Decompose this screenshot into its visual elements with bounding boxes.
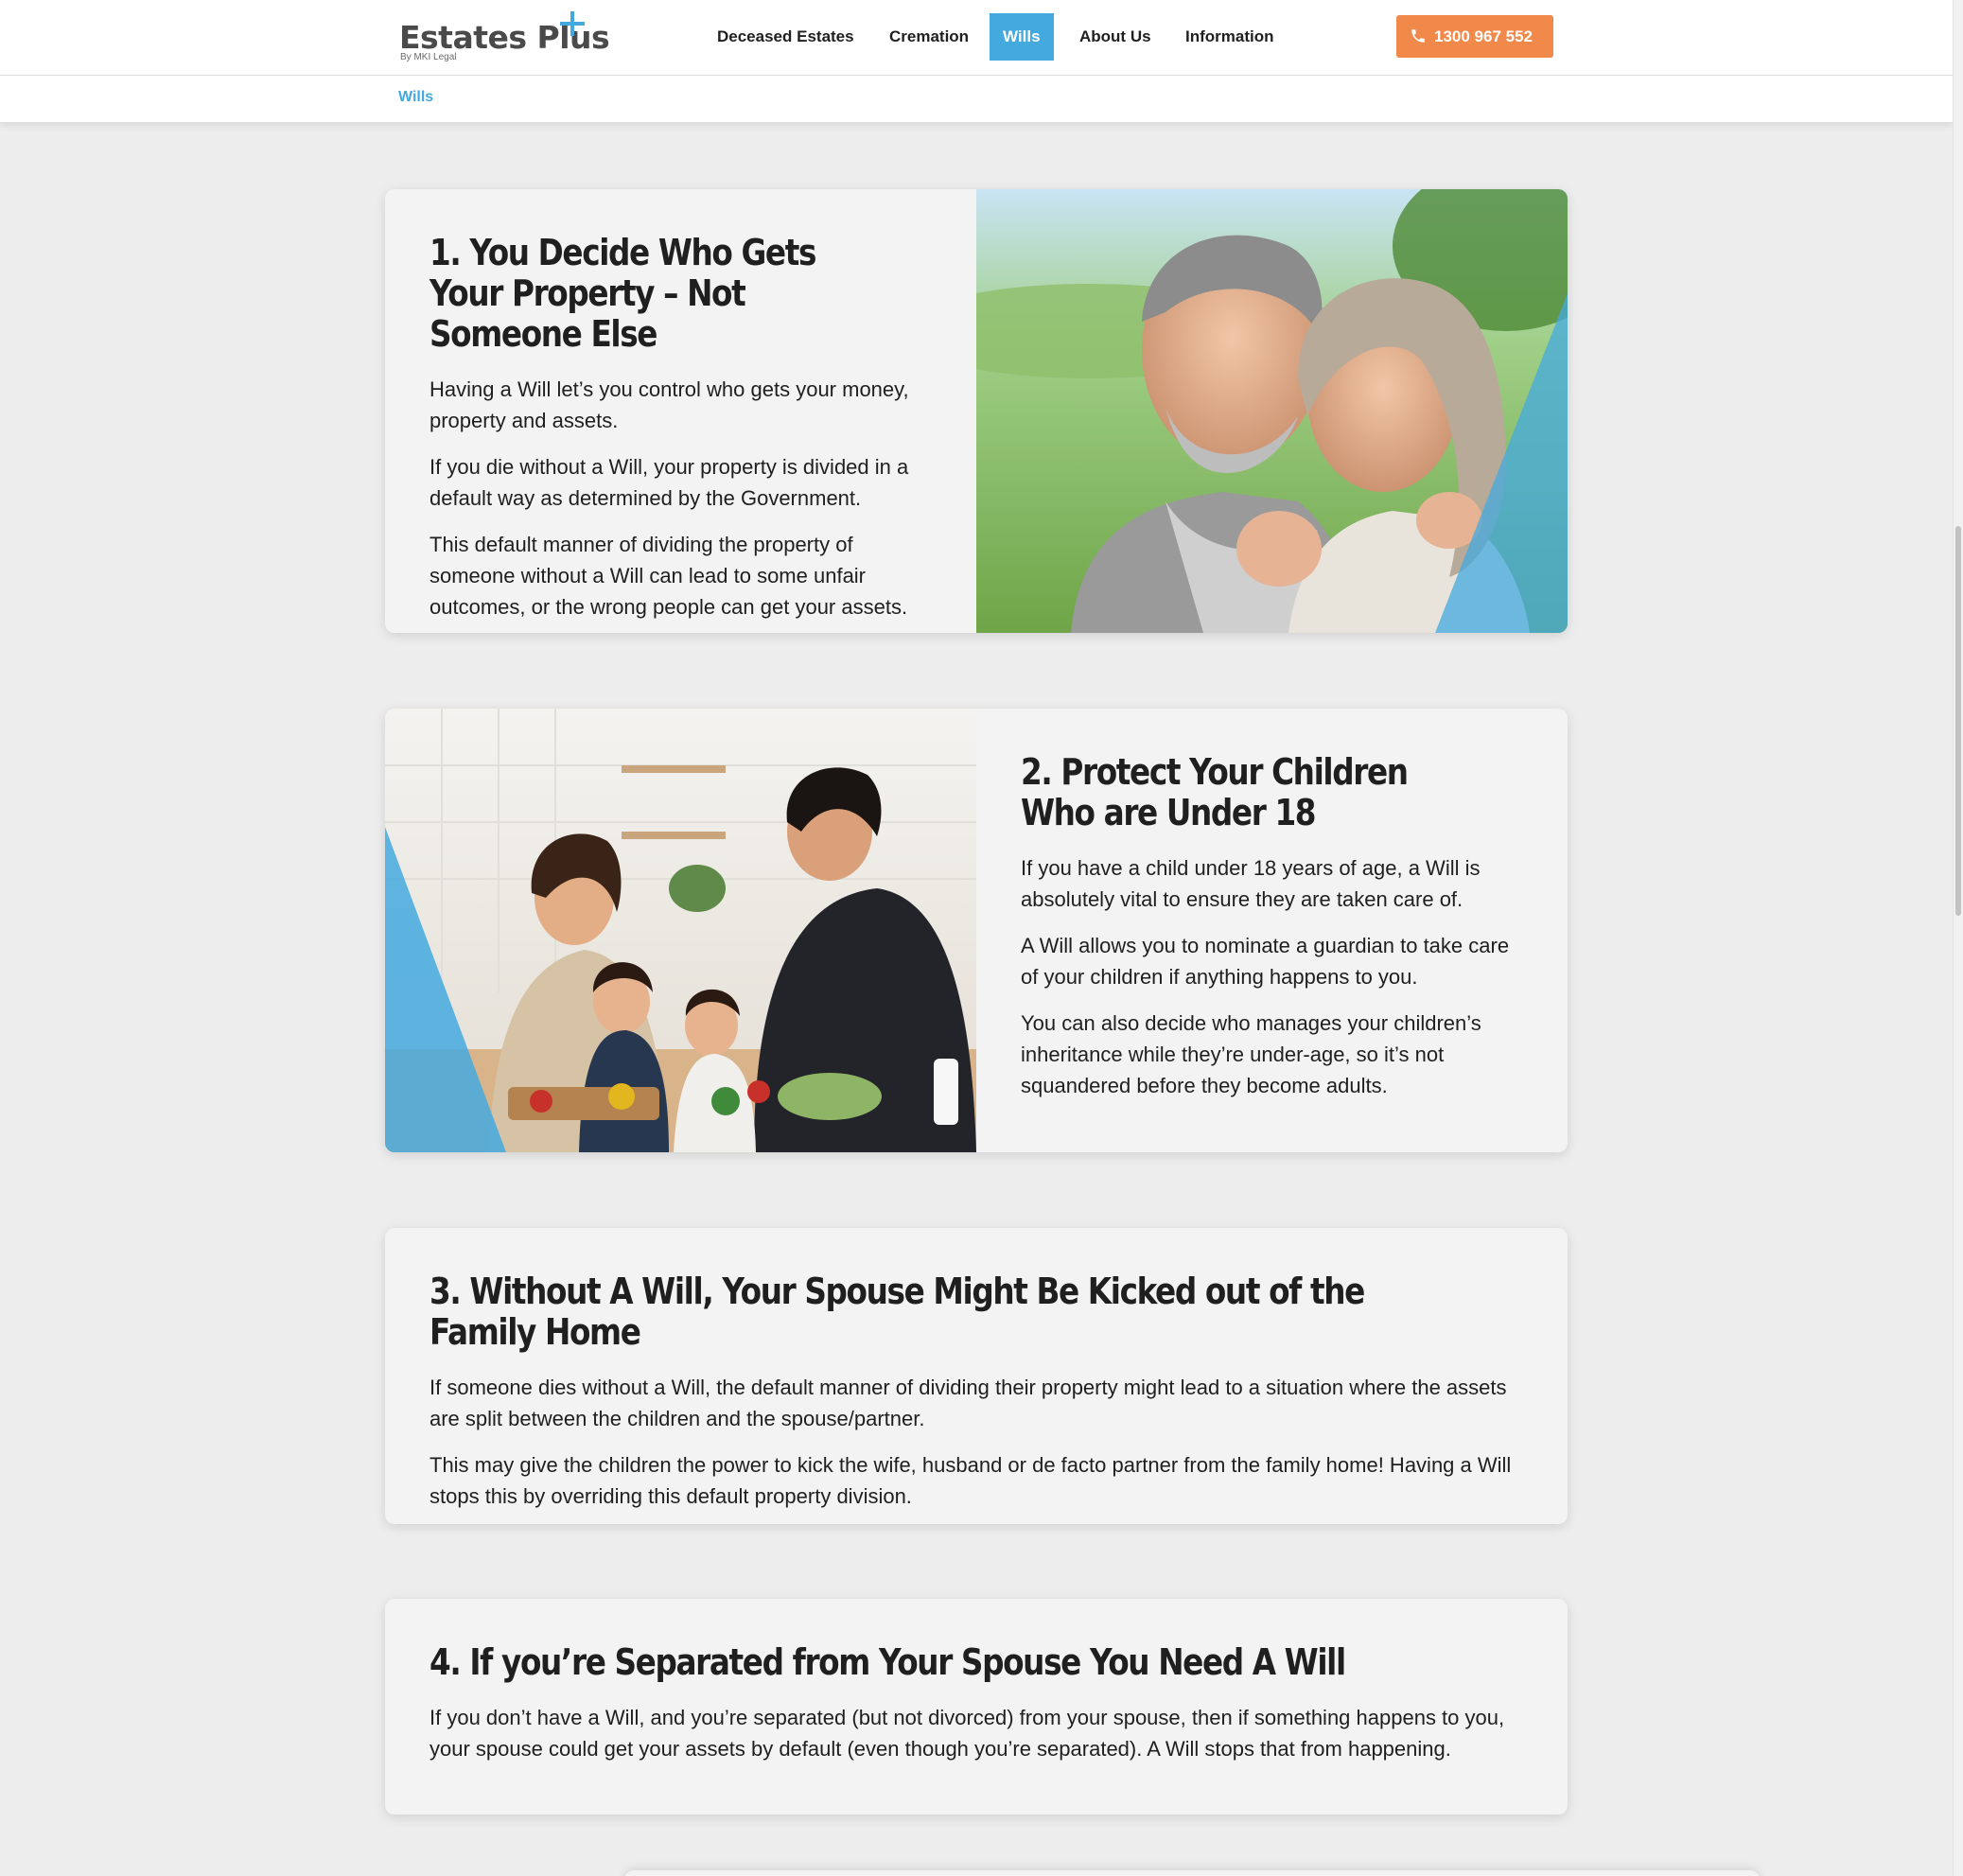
- section-text: 3. Without A Will, Your Spouse Might Be …: [429, 1228, 1527, 1524]
- logo-subtitle: By MKI Legal: [400, 52, 457, 62]
- phone-call-button[interactable]: 1300 967 552: [1396, 15, 1553, 58]
- section-paragraph: If you don’t have a Will, and you’re sep…: [429, 1706, 1505, 1761]
- section-text: 2. Protect Your Children Who are Under 1…: [1021, 709, 1532, 1116]
- section-title: 4. If you’re Separated from Your Spouse …: [429, 1641, 1346, 1683]
- section-card-2: 2. Protect Your Children Who are Under 1…: [385, 709, 1568, 1152]
- section-paragraph: A Will allows you to nominate a guardian…: [1021, 934, 1510, 989]
- top-navigation-bar: Estates Plus By MKI Legal Deceased Estat…: [0, 0, 1953, 76]
- section-card-1: 1. You Decide Who Gets Your Property – N…: [385, 189, 1568, 633]
- nav-information[interactable]: Information: [1172, 13, 1288, 61]
- next-section-card: [624, 1870, 1760, 1876]
- section-title: 1. You Decide Who Gets Your Property – N…: [429, 232, 816, 355]
- section-text: 4. If you’re Separated from Your Spouse …: [429, 1599, 1527, 1780]
- phone-number: 1300 967 552: [1434, 27, 1533, 45]
- section-card-3: 3. Without A Will, Your Spouse Might Be …: [385, 1228, 1568, 1524]
- section-text: 1. You Decide Who Gets Your Property – N…: [429, 189, 931, 633]
- section-paragraph: If you have a child under 18 years of ag…: [1021, 856, 1481, 911]
- nav-cremation[interactable]: Cremation: [876, 13, 982, 61]
- section-paragraph: This may give the children the power to …: [429, 1453, 1512, 1508]
- scrollbar-track[interactable]: [1953, 0, 1963, 1876]
- family-kitchen-photo: [385, 709, 976, 1152]
- section-paragraph: If you die without a Will, your property…: [429, 455, 909, 510]
- section-title: 2. Protect Your Children Who are Under 1…: [1021, 751, 1409, 833]
- breadcrumb[interactable]: Wills: [398, 89, 433, 106]
- nav-about-us[interactable]: About Us: [1066, 13, 1165, 61]
- nav-deceased-estates[interactable]: Deceased Estates: [704, 13, 868, 61]
- section-paragraph: Having a Will let’s you control who gets…: [429, 377, 909, 432]
- plus-icon: [560, 11, 585, 36]
- site-logo[interactable]: Estates Plus By MKI Legal: [399, 11, 610, 66]
- scrollbar-thumb[interactable]: [1955, 526, 1961, 916]
- section-card-4: 4. If you’re Separated from Your Spouse …: [385, 1599, 1568, 1815]
- couple-photo: [976, 189, 1568, 633]
- section-paragraph: You can also decide who manages your chi…: [1021, 1011, 1481, 1097]
- phone-icon: [1411, 29, 1425, 43]
- section-paragraph: If someone dies without a Will, the defa…: [429, 1376, 1507, 1430]
- section-title: 3. Without A Will, Your Spouse Might Be …: [429, 1271, 1365, 1353]
- nav-wills[interactable]: Wills: [990, 13, 1054, 61]
- section-paragraph: This default manner of dividing the prop…: [429, 533, 908, 619]
- breadcrumb-bar: Wills: [0, 76, 1953, 122]
